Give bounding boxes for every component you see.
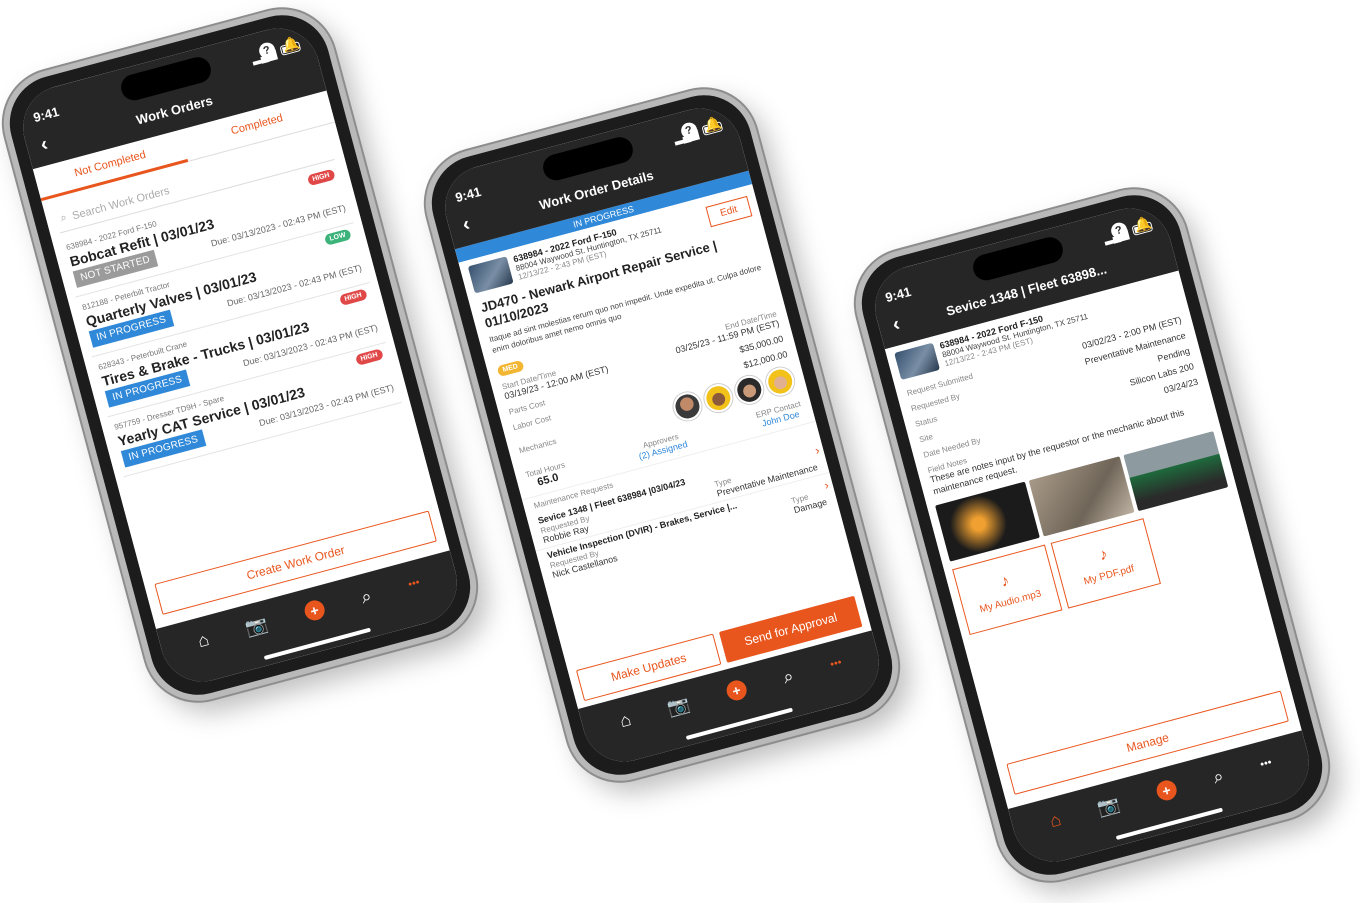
clock: 9:41	[883, 283, 913, 305]
back-icon[interactable]: ‹	[890, 313, 902, 337]
avatar[interactable]	[670, 389, 705, 424]
camera-icon[interactable]: 📷	[1095, 793, 1122, 819]
vehicle-thumbnail	[894, 342, 941, 381]
music-note-icon: ♪	[1097, 545, 1110, 565]
screen-work-order-details: 9:41 ▂▄▆ ‹ Work Order Details ? 🔔 IN PRO…	[435, 99, 889, 771]
camera-icon[interactable]: 📷	[243, 613, 270, 639]
back-icon[interactable]: ‹	[460, 213, 472, 237]
home-icon[interactable]: ⌂	[195, 629, 211, 652]
avatar[interactable]	[701, 380, 736, 416]
phone-work-order-details: 9:41 ▂▄▆ ‹ Work Order Details ? 🔔 IN PRO…	[413, 77, 911, 793]
search-icon[interactable]: ⌕	[359, 585, 374, 608]
clock: 9:41	[453, 183, 483, 205]
attachment-name: My PDF.pdf	[1082, 563, 1136, 588]
back-icon[interactable]: ‹	[38, 133, 50, 157]
details-body: 638984 - 2022 Ford F-150 88004 Waywood S…	[458, 184, 872, 710]
home-indicator	[1115, 807, 1224, 840]
screen-maintenance-request: 9:41 ▂▄▆ ‹ Sevice 1348 | Fleet 63898... …	[865, 199, 1319, 871]
phone-work-orders: 9:41 ▂▄▆ ‹ Work Orders ? 🔔	[0, 0, 489, 713]
vehicle-thumbnail	[467, 256, 514, 294]
plus-icon[interactable]: +	[1154, 778, 1179, 803]
edit-button[interactable]: Edit	[705, 195, 753, 227]
avatar[interactable]	[732, 372, 767, 407]
home-indicator	[685, 707, 794, 740]
music-note-icon: ♪	[998, 572, 1012, 591]
search-icon[interactable]: ⌕	[1211, 765, 1226, 788]
plus-icon[interactable]: +	[724, 678, 749, 703]
more-icon[interactable]: •••	[1259, 756, 1273, 771]
field-label: Site	[918, 431, 935, 445]
question-icon[interactable]: ?	[678, 120, 699, 141]
attachment-name: My Audio.mp3	[978, 588, 1043, 616]
home-icon[interactable]: ⌂	[617, 709, 633, 732]
home-icon[interactable]: ⌂	[1047, 809, 1063, 832]
clock: 9:41	[31, 103, 61, 125]
camera-icon[interactable]: 📷	[665, 693, 692, 719]
question-icon[interactable]: ?	[1108, 220, 1129, 241]
question-icon[interactable]: ?	[256, 40, 277, 61]
request-body: 638984 - 2022 Ford F-150 88004 Waywood S…	[884, 270, 1302, 810]
phone-maintenance-request: 9:41 ▂▄▆ ‹ Sevice 1348 | Fleet 63898... …	[843, 177, 1341, 893]
search-icon[interactable]: ⌕	[781, 665, 796, 688]
more-icon[interactable]: •••	[407, 576, 421, 591]
stage: 9:41 ▂▄▆ ‹ Work Orders ? 🔔	[0, 0, 1360, 903]
more-icon[interactable]: •••	[829, 656, 843, 671]
search-icon: ⌕	[59, 211, 69, 225]
plus-icon[interactable]: +	[302, 598, 327, 623]
home-indicator	[263, 627, 372, 660]
work-orders-body: Not Completed Completed ⌕ Search Work Or…	[32, 90, 450, 630]
avatar[interactable]	[763, 364, 798, 399]
mechanics-label: Mechanics	[518, 437, 558, 456]
screen-work-orders: 9:41 ▂▄▆ ‹ Work Orders ? 🔔	[13, 19, 467, 691]
